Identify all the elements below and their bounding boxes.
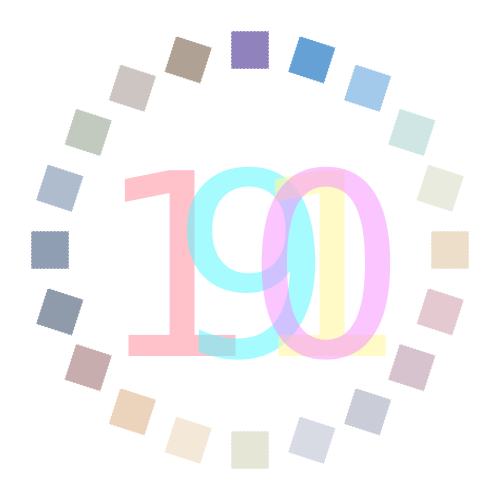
digit-glyph: 0 bbox=[245, 120, 407, 417]
ring-tile bbox=[35, 163, 85, 213]
ring-tile bbox=[230, 30, 270, 70]
ring-tile bbox=[415, 163, 465, 213]
ring-tile bbox=[30, 230, 70, 270]
ring-tile bbox=[35, 287, 85, 337]
ring-canvas: 1910 bbox=[30, 30, 470, 470]
ring-tile bbox=[343, 63, 393, 113]
ring-tile bbox=[287, 35, 337, 85]
ring-tile bbox=[230, 430, 270, 470]
ring-tile bbox=[163, 415, 213, 465]
ring-tile bbox=[163, 35, 213, 85]
ring-tile bbox=[415, 287, 465, 337]
ring-tile bbox=[107, 63, 157, 113]
ring-artwork: 1910 bbox=[0, 0, 500, 500]
ring-tile bbox=[287, 415, 337, 465]
ring-tile bbox=[430, 230, 470, 270]
